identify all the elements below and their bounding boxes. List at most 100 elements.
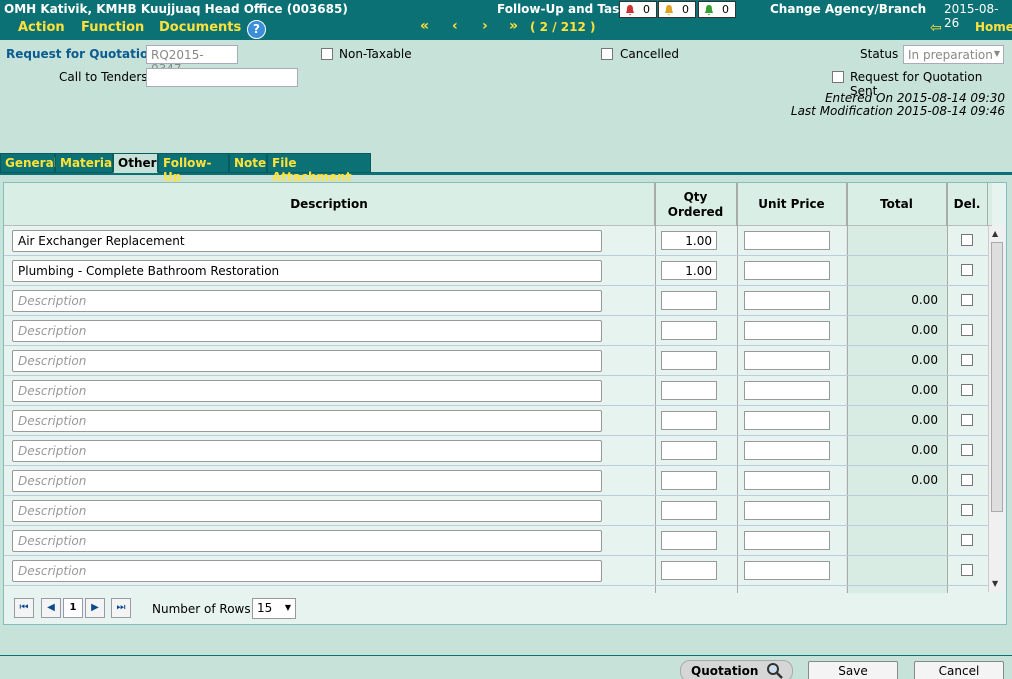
qty-input[interactable]: 1.00	[661, 231, 717, 250]
current-page[interactable]: 1	[63, 598, 83, 618]
delete-checkbox[interactable]	[961, 504, 973, 516]
description-input[interactable]: Description	[12, 500, 602, 522]
rows-per-page-select[interactable]: 15 ▼	[252, 598, 296, 619]
bell-icon	[705, 5, 713, 16]
call-to-tenders-label: Call to Tenders	[59, 70, 148, 84]
cancel-button[interactable]: Cancel	[914, 661, 1004, 679]
qty-input[interactable]	[661, 351, 717, 370]
followup-task-label: Follow-Up and Task	[497, 2, 628, 16]
tab-note[interactable]: Note	[229, 153, 267, 173]
prev-page-button[interactable]: ◀	[41, 598, 61, 618]
total-value: 0.00	[911, 473, 938, 487]
unit-price-input[interactable]	[744, 291, 830, 310]
description-input[interactable]: Description	[12, 290, 602, 312]
description-input[interactable]: Air Exchanger Replacement	[12, 230, 602, 252]
unit-price-input[interactable]	[744, 231, 830, 250]
menu-action[interactable]: Action	[18, 20, 65, 35]
description-input[interactable]: Description	[12, 320, 602, 342]
quotation-button[interactable]: Quotation	[680, 660, 793, 679]
scroll-up-icon[interactable]: ▲	[992, 229, 998, 238]
unit-price-input[interactable]	[744, 501, 830, 520]
tab-general[interactable]: General	[0, 153, 58, 173]
description-input[interactable]: Description	[12, 440, 602, 462]
status-select[interactable]: In preparation ▼	[903, 45, 1004, 64]
delete-checkbox[interactable]	[961, 234, 973, 246]
rfq-number-field[interactable]: RQ2015-0347	[146, 45, 238, 76]
unit-price-input[interactable]	[744, 531, 830, 550]
tab-other[interactable]: Other	[113, 153, 158, 173]
tab-follow-up[interactable]: Follow-Up	[158, 153, 229, 184]
qty-input[interactable]	[661, 471, 717, 490]
scroll-down-icon[interactable]: ▼	[992, 579, 998, 588]
prev-record-button[interactable]: ‹	[452, 18, 458, 34]
table-row: Description	[4, 556, 992, 586]
delete-checkbox[interactable]	[961, 474, 973, 486]
col-description: Description	[4, 183, 655, 226]
help-icon[interactable]: ?	[247, 20, 266, 39]
delete-checkbox[interactable]	[961, 564, 973, 576]
description-input[interactable]: Description	[12, 380, 602, 402]
qty-input[interactable]	[661, 501, 717, 520]
delete-checkbox[interactable]	[961, 324, 973, 336]
home-link[interactable]: Home	[975, 20, 1012, 34]
items-panel: Description Qty Ordered Unit Price Total…	[3, 182, 1007, 625]
qty-input[interactable]	[661, 321, 717, 340]
grid-scrollbar[interactable]: ▲ ▼	[988, 226, 1005, 592]
grid-pager: ⏮ ◀ 1 ▶ ⏭ Number of Rows: 15 ▼	[4, 595, 1006, 624]
qty-input[interactable]	[661, 411, 717, 430]
rfq-sent-checkbox[interactable]	[832, 71, 844, 83]
unit-price-input[interactable]	[744, 471, 830, 490]
last-record-button[interactable]: »	[509, 18, 518, 34]
qty-input[interactable]: 1.00	[661, 261, 717, 280]
qty-input[interactable]	[661, 441, 717, 460]
qty-input[interactable]	[661, 531, 717, 550]
items-grid: Description Qty Ordered Unit Price Total…	[4, 183, 992, 593]
delete-checkbox[interactable]	[961, 414, 973, 426]
back-arrow-icon[interactable]: ⇦	[930, 20, 942, 36]
unit-price-input[interactable]	[744, 441, 830, 460]
followup-orange-counter[interactable]: 0	[658, 1, 696, 18]
description-input[interactable]: Description	[12, 470, 602, 492]
qty-input[interactable]	[661, 381, 717, 400]
unit-price-input[interactable]	[744, 351, 830, 370]
description-input[interactable]: Description	[12, 410, 602, 432]
next-page-button[interactable]: ▶	[85, 598, 105, 618]
save-button[interactable]: Save	[808, 661, 898, 679]
menu-function[interactable]: Function	[81, 20, 144, 35]
magnifier-icon	[767, 663, 783, 679]
delete-checkbox[interactable]	[961, 534, 973, 546]
followup-red-counter[interactable]: 0	[619, 1, 657, 18]
delete-checkbox[interactable]	[961, 264, 973, 276]
rows-label: Number of Rows:	[152, 602, 255, 616]
description-input[interactable]: Plumbing - Complete Bathroom Restoration	[12, 260, 602, 282]
first-record-button[interactable]: «	[420, 18, 429, 34]
unit-price-input[interactable]	[744, 561, 830, 580]
unit-price-input[interactable]	[744, 261, 830, 280]
cancelled-checkbox[interactable]	[601, 48, 613, 60]
delete-checkbox[interactable]	[961, 294, 973, 306]
chevron-down-icon: ▼	[993, 49, 1000, 58]
description-input[interactable]: Description	[12, 350, 602, 372]
followup-green-counter[interactable]: 0	[698, 1, 736, 18]
next-record-button[interactable]: ›	[482, 18, 488, 34]
delete-checkbox[interactable]	[961, 444, 973, 456]
non-taxable-checkbox[interactable]	[321, 48, 333, 60]
delete-checkbox[interactable]	[961, 354, 973, 366]
scroll-thumb[interactable]	[991, 242, 1003, 512]
delete-checkbox[interactable]	[961, 384, 973, 396]
tab-file-attachment[interactable]: File Attachment	[267, 153, 371, 184]
unit-price-input[interactable]	[744, 321, 830, 340]
change-agency-link[interactable]: Change Agency/Branch	[770, 2, 926, 16]
tab-material[interactable]: Material	[55, 153, 116, 173]
first-page-button[interactable]: ⏮	[14, 598, 34, 618]
description-input[interactable]: Description	[12, 560, 602, 582]
unit-price-input[interactable]	[744, 411, 830, 430]
total-value: 0.00	[911, 293, 938, 307]
unit-price-input[interactable]	[744, 381, 830, 400]
qty-input[interactable]	[661, 291, 717, 310]
menu-documents[interactable]: Documents	[159, 20, 241, 35]
qty-input[interactable]	[661, 561, 717, 580]
last-page-button[interactable]: ⏭	[111, 598, 131, 618]
call-to-tenders-field[interactable]	[146, 68, 298, 87]
description-input[interactable]: Description	[12, 530, 602, 552]
